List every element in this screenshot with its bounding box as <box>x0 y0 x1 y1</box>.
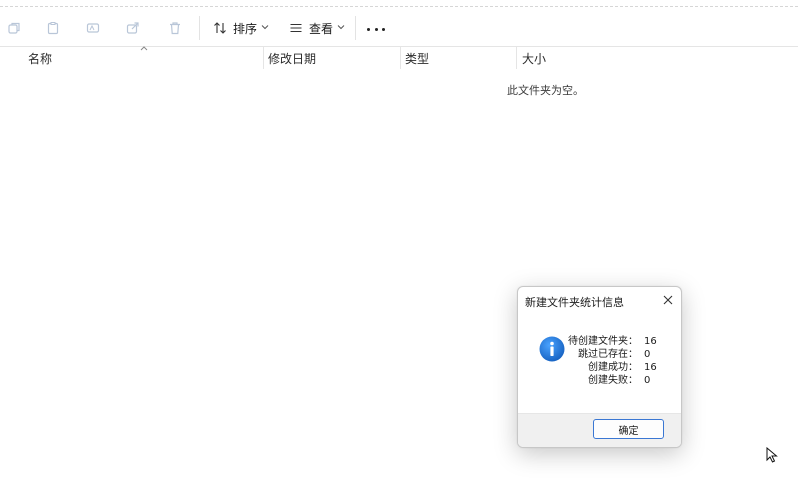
dialog-body: 待创建文件夹： 16 跳过已存在： 0 创建成功： 16 创建失败： 0 <box>518 315 681 413</box>
copy-icon[interactable] <box>5 19 23 37</box>
more-icon[interactable] <box>367 26 385 32</box>
ok-button[interactable]: 确定 <box>593 419 664 439</box>
stat-row: 创建成功： 16 <box>568 361 657 374</box>
toolbar-separator <box>355 16 356 40</box>
stats-dialog: 新建文件夹统计信息 待创建文件夹： 16 跳过已存在： 0 创建成功： 16 创… <box>517 286 682 448</box>
empty-folder-message: 此文件夹为空。 <box>507 84 584 97</box>
dialog-title: 新建文件夹统计信息 <box>525 296 624 309</box>
stat-row: 跳过已存在： 0 <box>568 348 657 361</box>
close-icon[interactable] <box>661 293 675 307</box>
column-divider[interactable] <box>400 47 401 69</box>
top-border <box>0 6 798 7</box>
column-divider[interactable] <box>263 47 264 69</box>
column-header-name[interactable]: 名称 <box>28 47 52 69</box>
column-header-modified[interactable]: 修改日期 <box>268 47 316 69</box>
stat-label: 创建失败： <box>588 375 638 386</box>
toolbar: 排序 查看 <box>0 10 798 46</box>
delete-icon[interactable] <box>166 19 184 37</box>
info-icon <box>539 336 565 362</box>
sort-button[interactable]: 排序 <box>212 18 269 38</box>
rename-icon[interactable] <box>84 19 102 37</box>
sort-caret-icon <box>140 44 148 53</box>
view-button[interactable]: 查看 <box>288 18 345 38</box>
column-header-type[interactable]: 类型 <box>405 47 429 69</box>
sort-label: 排序 <box>233 21 258 36</box>
view-label: 查看 <box>309 21 334 36</box>
stat-row: 创建失败： 0 <box>568 374 657 387</box>
share-icon[interactable] <box>124 19 142 37</box>
stat-label: 创建成功： <box>588 362 638 373</box>
stat-value: 16 <box>644 362 657 373</box>
stat-row: 待创建文件夹： 16 <box>568 335 657 348</box>
view-icon <box>288 20 304 36</box>
column-header-size[interactable]: 大小 <box>522 47 546 69</box>
stat-label: 跳过已存在： <box>578 349 638 360</box>
mouse-cursor-icon <box>766 446 778 463</box>
sort-icon <box>212 20 228 36</box>
stat-value: 0 <box>644 375 651 386</box>
chevron-down-icon <box>337 23 345 33</box>
stat-value: 0 <box>644 349 651 360</box>
paste-icon[interactable] <box>44 19 62 37</box>
toolbar-separator <box>199 16 200 40</box>
stat-value: 16 <box>644 336 657 347</box>
dialog-footer: 确定 <box>518 413 681 447</box>
column-divider[interactable] <box>516 47 517 69</box>
chevron-down-icon <box>261 23 269 33</box>
stats-list: 待创建文件夹： 16 跳过已存在： 0 创建成功： 16 创建失败： 0 <box>568 335 657 387</box>
stat-label: 待创建文件夹： <box>568 336 638 347</box>
toolbar-divider <box>0 46 798 47</box>
